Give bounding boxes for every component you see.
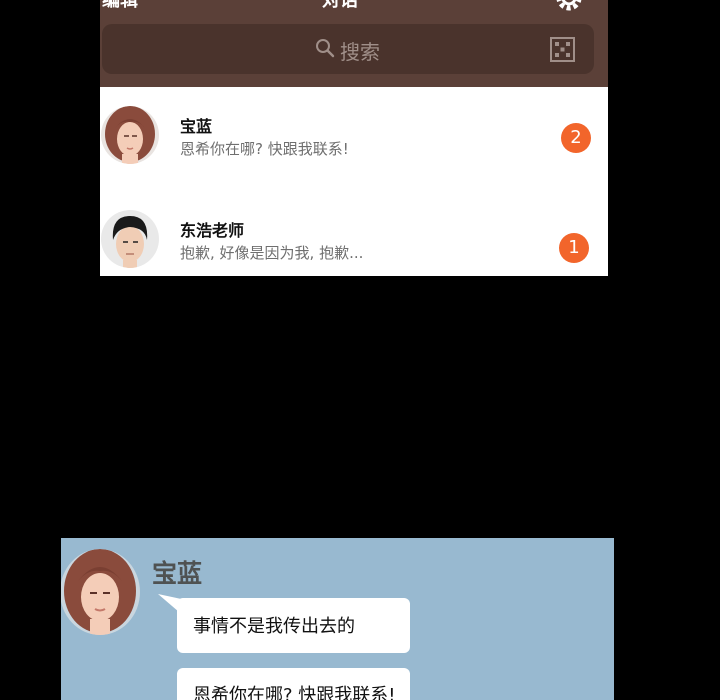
edit-button[interactable]: 编辑: [102, 0, 138, 12]
message-bubble: 事情不是我传出去的: [177, 598, 410, 653]
last-message: 抱歉, 好像是因为我, 抱歉...: [180, 244, 364, 262]
contact-name: 宝蓝: [180, 117, 213, 136]
unread-badge: 2: [561, 123, 591, 153]
search-bar[interactable]: 搜索: [102, 24, 594, 74]
page-title: 对话: [322, 0, 358, 11]
sender-avatar: [61, 549, 140, 635]
conversation-panel: 宝蓝 事情不是我传出去的 恩希你在哪? 快跟我联系!: [61, 538, 614, 700]
contact-name: 东浩老师: [180, 221, 245, 240]
chat-item-donghao[interactable]: 东浩老师 抱歉, 好像是因为我, 抱歉... 1: [100, 208, 608, 276]
top-bar: 编辑 对话 搜索: [100, 0, 608, 87]
message-bubble: 恩希你在哪? 快跟我联系!: [177, 668, 410, 700]
woman-avatar: [101, 106, 159, 164]
chat-list-panel: 编辑 对话 搜索 宝蓝 恩希你在哪? 快跟我联系! 2 东浩老师 抱歉, 好像是…: [100, 0, 608, 276]
man-avatar: [101, 210, 159, 268]
sender-name: 宝蓝: [152, 559, 203, 588]
unread-badge: 1: [559, 233, 589, 263]
search-icon: [316, 39, 335, 58]
search-placeholder: 搜索: [340, 40, 380, 64]
last-message: 恩希你在哪? 快跟我联系!: [180, 140, 349, 158]
chat-item-baolan[interactable]: 宝蓝 恩希你在哪? 快跟我联系! 2: [100, 104, 608, 204]
qr-code-icon[interactable]: [550, 37, 575, 62]
gear-icon[interactable]: [555, 0, 583, 12]
